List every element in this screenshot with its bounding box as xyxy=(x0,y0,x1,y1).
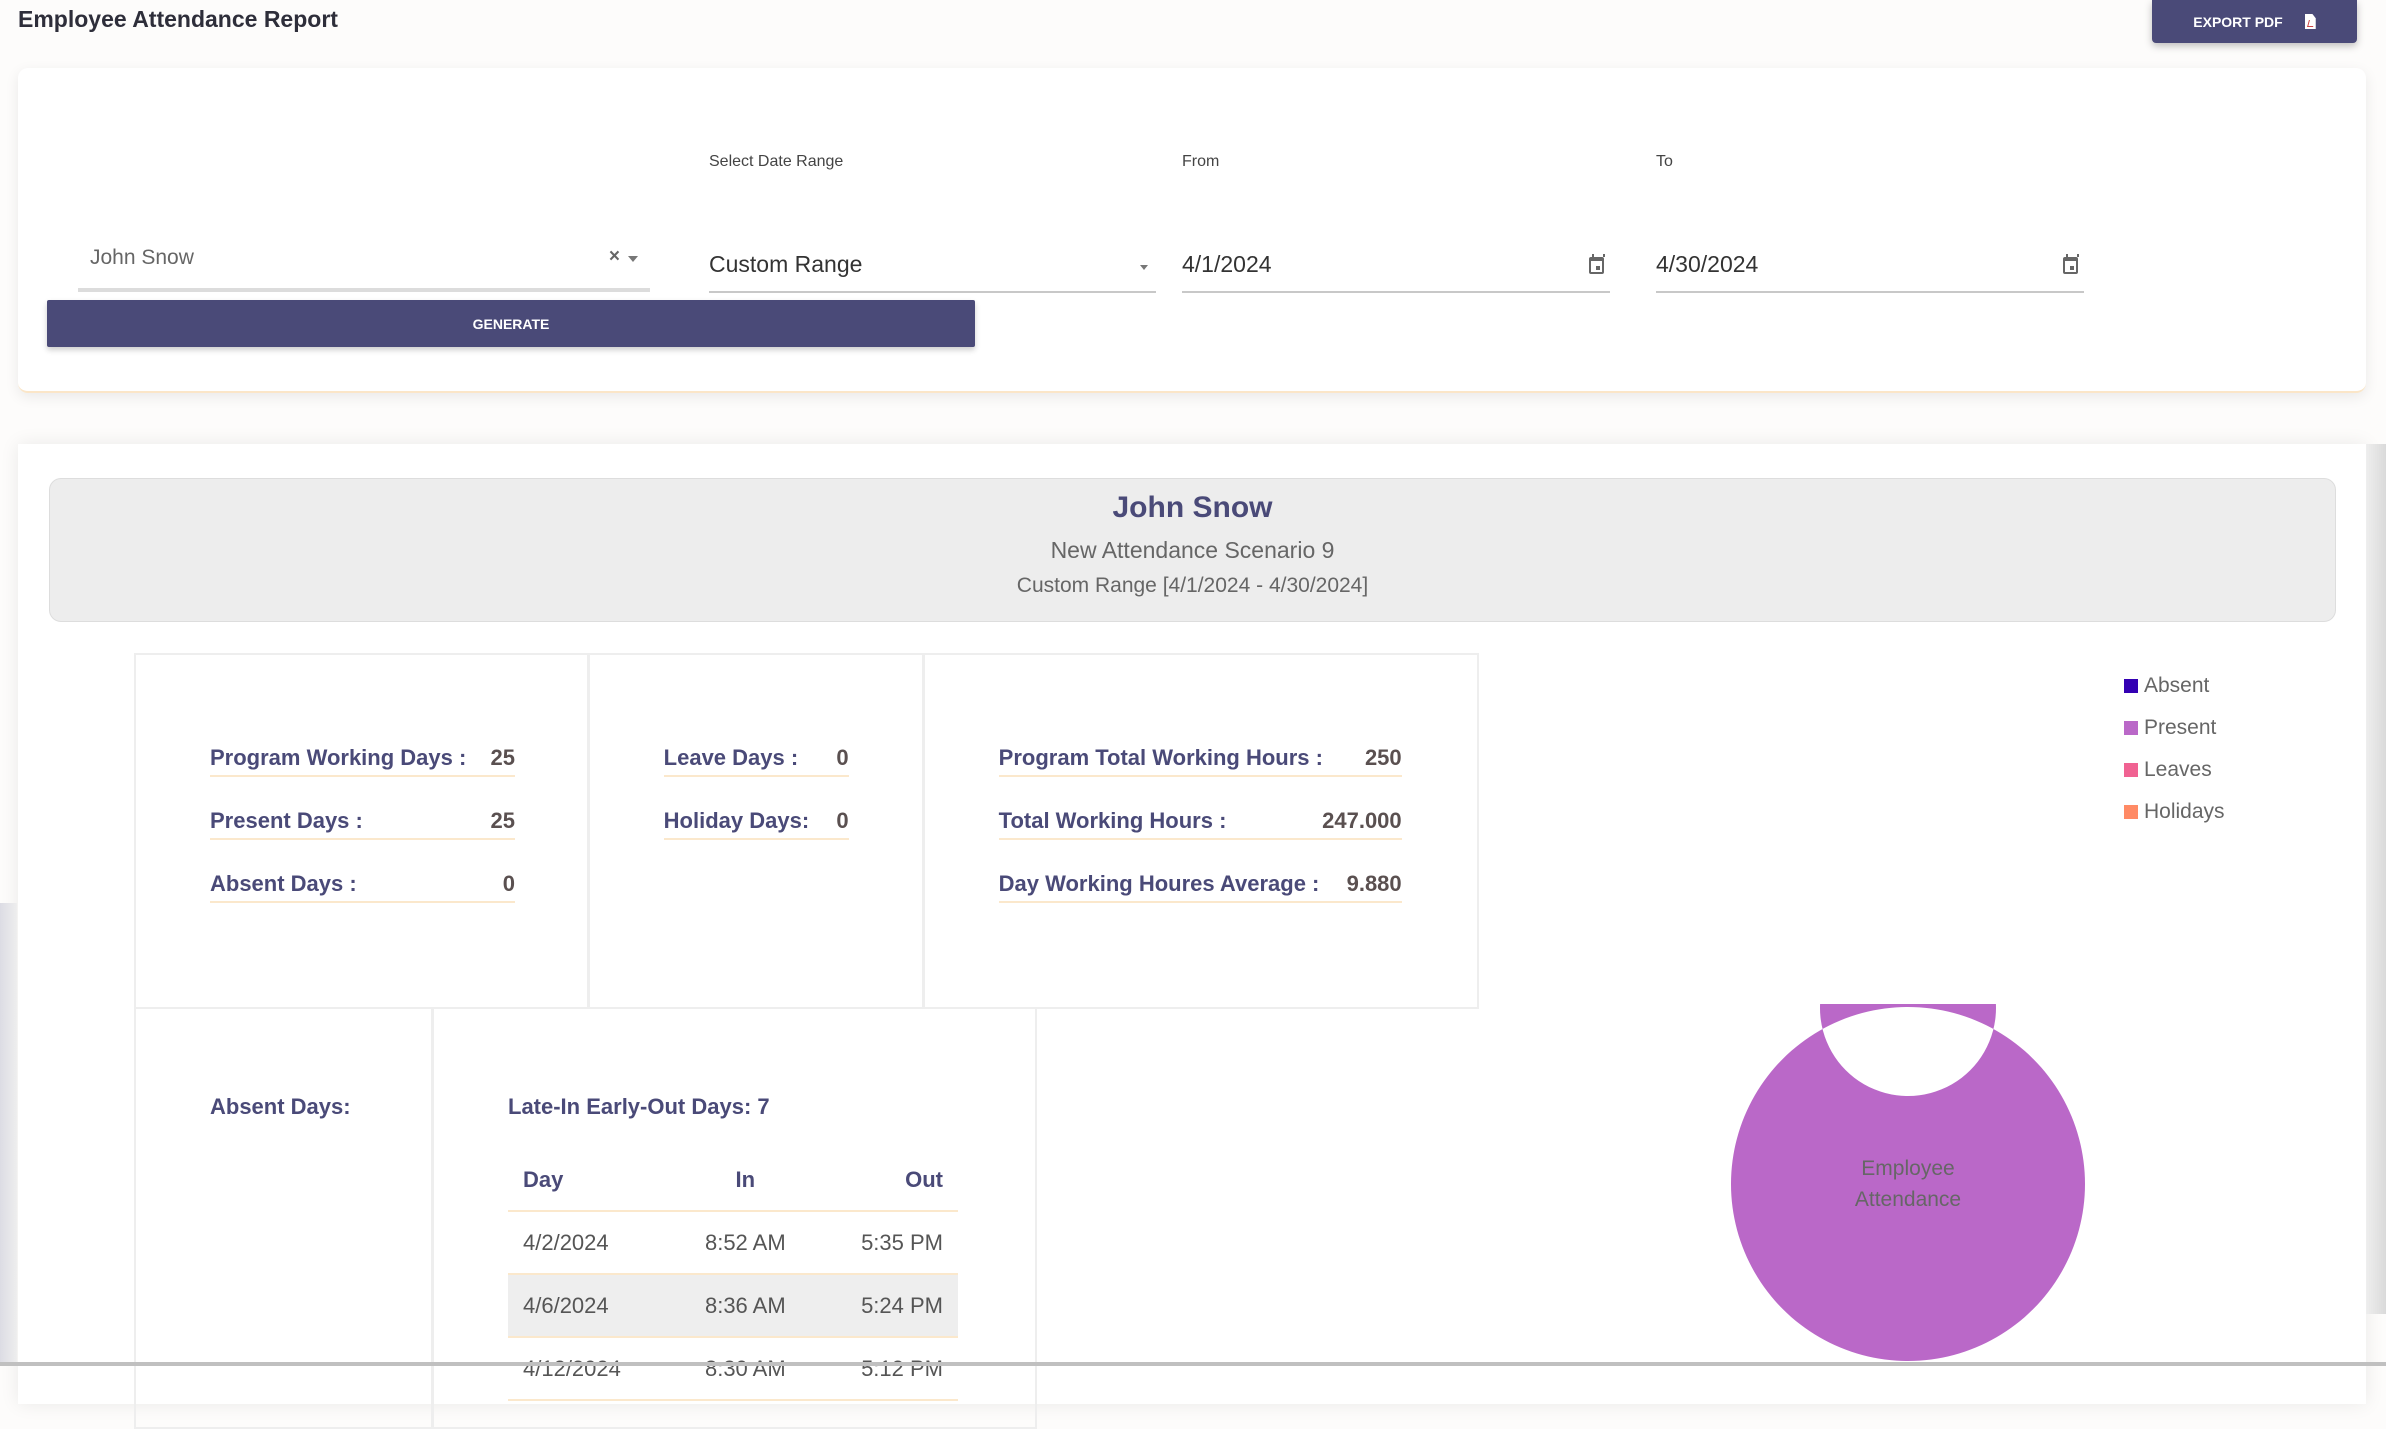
legend-label: Absent xyxy=(2144,674,2210,697)
report-range: Custom Range [4/1/2024 - 4/30/2024] xyxy=(1016,574,1369,597)
cell-in: 8:36 AM xyxy=(682,1274,808,1338)
calendar-icon[interactable] xyxy=(2063,254,2079,274)
page-title: Employee Attendance Report xyxy=(18,6,338,32)
stat-label: Program Total Working Hours : xyxy=(998,745,1323,770)
column-header-in: In xyxy=(682,1149,808,1212)
employee-select-underline xyxy=(78,288,650,292)
stat-value: 25 xyxy=(490,745,515,770)
donut-center-label: Employee Attendance xyxy=(1708,1004,2108,1364)
stat-present-days: Present Days : 25 xyxy=(210,808,515,840)
bottom-edge xyxy=(0,1362,2386,1366)
cell-day: 4/2/2024 xyxy=(508,1211,683,1275)
table-header-row: Day In Out xyxy=(508,1149,958,1212)
hours-stats-column: Program Total Working Hours : 250 Total … xyxy=(925,655,1477,1007)
stat-label: Absent Days : xyxy=(210,871,357,896)
report-employee-name: John Snow xyxy=(1112,491,1273,524)
stat-absent-days: Absent Days : 0 xyxy=(210,871,515,903)
to-underline xyxy=(1656,291,2084,293)
stat-value: 247.000 xyxy=(1322,808,1402,833)
leave-stats-column: Leave Days : 0 Holiday Days: 0 xyxy=(590,655,925,1007)
stat-value: 0 xyxy=(836,745,849,770)
export-pdf-label: EXPORT PDF xyxy=(2193,13,2283,30)
legend-swatch xyxy=(2124,805,2138,819)
legend-swatch xyxy=(2124,679,2138,693)
stat-label: Present Days : xyxy=(210,808,363,833)
stat-day-hours-average: Day Working Houres Average : 9.880 xyxy=(998,871,1402,903)
cell-out: 5:35 PM xyxy=(807,1211,958,1275)
stat-value: 0 xyxy=(836,808,849,833)
filter-panel: John Snow × Select Date Range Custom Ran… xyxy=(18,68,2366,393)
clear-icon[interactable]: × xyxy=(609,246,620,268)
cell-in: 8:52 AM xyxy=(682,1211,808,1275)
stat-label: Total Working Hours : xyxy=(998,808,1227,833)
cell-out: 5:24 PM xyxy=(807,1274,958,1338)
attendance-donut-chart: Employee Attendance xyxy=(1708,920,2108,1404)
days-stats-column: Program Working Days : 25 Present Days :… xyxy=(136,655,590,1007)
legend-item-present[interactable]: Present xyxy=(2124,707,2225,749)
stat-holiday-days: Holiday Days: 0 xyxy=(663,808,849,840)
column-header-out: Out xyxy=(807,1149,958,1212)
cell-day: 4/6/2024 xyxy=(508,1274,683,1338)
stat-program-total-hours: Program Total Working Hours : 250 xyxy=(998,745,1402,777)
column-header-day: Day xyxy=(508,1149,683,1212)
report-panel: John Snow New Attendance Scenario 9 Cust… xyxy=(18,444,2366,1429)
date-range-label: Select Date Range xyxy=(709,153,844,170)
legend-swatch xyxy=(2124,721,2138,735)
scrollbar[interactable] xyxy=(2366,444,2386,1314)
stat-value: 250 xyxy=(1364,745,1402,770)
report-header: John Snow New Attendance Scenario 9 Cust… xyxy=(49,478,2336,622)
stat-label: Day Working Houres Average : xyxy=(998,871,1320,896)
calendar-icon[interactable] xyxy=(1589,254,1605,274)
table-row: 4/2/2024 8:52 AM 5:35 PM xyxy=(508,1211,958,1275)
table-row: 4/12/2024 8:30 AM 5:12 PM xyxy=(508,1337,958,1401)
legend-item-holidays[interactable]: Holidays xyxy=(2124,791,2225,833)
left-edge-shadow xyxy=(0,903,17,1366)
cell-in: 8:30 AM xyxy=(682,1337,808,1401)
stat-total-working-hours: Total Working Hours : 247.000 xyxy=(998,808,1402,840)
chevron-down-icon[interactable] xyxy=(1140,265,1148,270)
legend-item-absent[interactable]: Absent xyxy=(2124,665,2225,707)
generate-button[interactable]: GENERATE xyxy=(47,300,975,347)
employee-select[interactable]: John Snow × xyxy=(78,168,650,292)
chart-legend: Absent Present Leaves Holidays xyxy=(2124,665,2225,833)
legend-label: Holidays xyxy=(2144,800,2225,823)
legend-item-leaves[interactable]: Leaves xyxy=(2124,749,2225,791)
stat-value: 25 xyxy=(490,808,515,833)
chevron-down-icon[interactable] xyxy=(628,256,638,262)
stats-grid: Program Working Days : 25 Present Days :… xyxy=(134,653,1479,1009)
absent-days-title: Absent Days: xyxy=(210,1094,351,1119)
to-date-field[interactable]: To 4/30/2024 xyxy=(1656,153,2084,293)
late-in-early-out-title: Late-In Early-Out Days: 7 xyxy=(508,1094,770,1119)
table-row: 4/6/2024 8:36 AM 5:24 PM xyxy=(508,1274,958,1338)
stat-program-working-days: Program Working Days : 25 xyxy=(210,745,515,777)
legend-label: Present xyxy=(2144,716,2217,739)
stat-label: Leave Days : xyxy=(663,745,799,770)
stat-leave-days: Leave Days : 0 xyxy=(663,745,849,777)
pdf-file-icon xyxy=(2304,14,2316,29)
from-value[interactable]: 4/1/2024 xyxy=(1182,251,1272,278)
details-grid: Absent Days: Late-In Early-Out Days: 7 D… xyxy=(134,1009,1037,1429)
date-range-value: Custom Range xyxy=(709,251,863,277)
cell-out: 5:12 PM xyxy=(807,1337,958,1401)
to-value[interactable]: 4/30/2024 xyxy=(1656,251,1758,278)
legend-label: Leaves xyxy=(2144,758,2212,781)
report-scenario: New Attendance Scenario 9 xyxy=(1050,537,1335,563)
stat-value: 0 xyxy=(502,871,515,896)
stat-label: Holiday Days: xyxy=(663,808,810,833)
export-pdf-button[interactable]: EXPORT PDF xyxy=(2152,0,2357,43)
date-range-underline xyxy=(709,291,1156,293)
donut-title: Employee Attendance xyxy=(1854,1157,1962,1211)
cell-day: 4/12/2024 xyxy=(508,1337,683,1401)
from-label: From xyxy=(1182,153,1220,170)
from-date-field[interactable]: From 4/1/2024 xyxy=(1182,153,1610,293)
stat-value: 9.880 xyxy=(1346,871,1402,896)
to-label: To xyxy=(1656,153,1673,170)
from-underline xyxy=(1182,291,1610,293)
date-range-select[interactable]: Select Date Range Custom Range xyxy=(709,153,1156,293)
employee-select-value: John Snow xyxy=(90,246,194,269)
stat-label: Program Working Days : xyxy=(210,745,467,770)
legend-swatch xyxy=(2124,763,2138,777)
